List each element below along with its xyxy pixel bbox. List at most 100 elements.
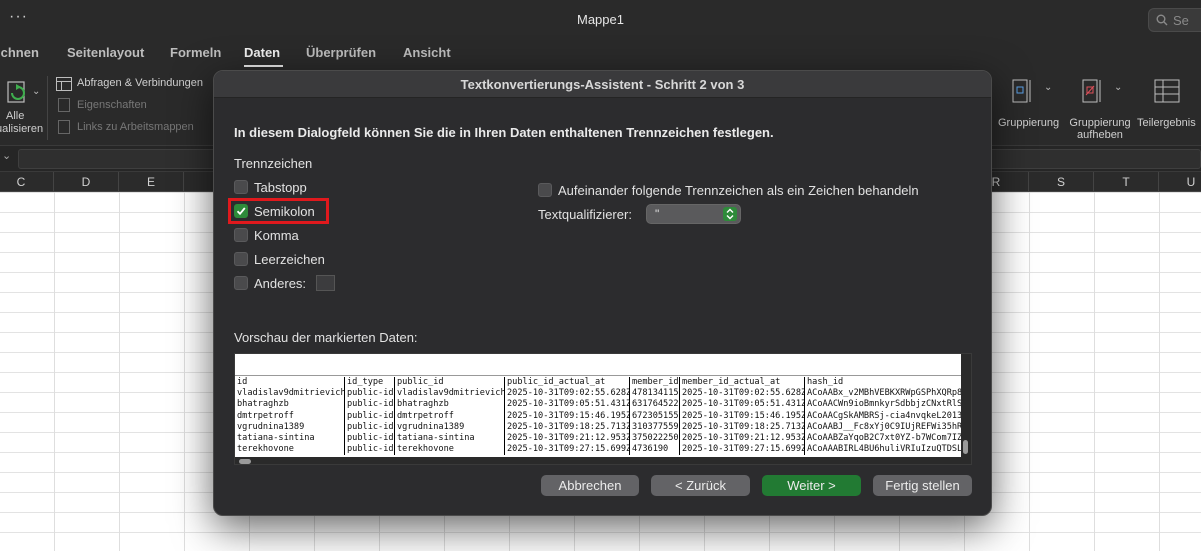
preview-cell: 2025-10-31T09:05:51.431Z [682,399,805,410]
column-header-t[interactable]: T [1094,172,1159,192]
preview-cell: terekhovone [397,444,454,455]
preview-cell: tatiana-sintina [237,433,315,444]
tab-ueberpruefen[interactable]: Überprüfen [306,45,376,60]
next-button[interactable]: Weiter > [762,475,861,496]
ribbon-tabs: ichnen Seitenlayout Formeln Daten Überpr… [0,40,1201,70]
scrollbar-thumb[interactable] [963,440,968,454]
tab-daten[interactable]: Daten [244,45,280,60]
active-tab-indicator [244,65,283,67]
workbook-links-button[interactable]: Links zu Arbeitsmappen [77,121,194,133]
group-icon [1012,79,1031,103]
preview-cell: 2025-10-31T09:18:25.713Z [682,421,805,432]
comma-checkbox[interactable] [234,228,248,242]
preview-column: id_type public-id public-id public-id pu… [345,377,395,455]
subtotal-button[interactable]: Teilergebnis [1134,76,1201,138]
queries-icon [56,77,72,91]
preview-vertical-scrollbar[interactable] [961,354,971,458]
preview-cell: bhatraghzb [397,399,449,410]
preview-cell: tatiana-sintina [397,433,475,444]
space-checkbox[interactable] [234,252,248,266]
refresh-label-2: ualisieren [0,123,44,135]
search-field[interactable]: Se [1148,8,1201,32]
text-qualifier-select[interactable]: " [646,204,741,224]
preview-cell: public-id [347,433,394,444]
preview-cell: 2025-10-31T09:15:46.195Z [507,410,630,421]
column-header-e[interactable]: E [119,172,184,192]
properties-icon [58,98,70,112]
preview-cell: public-id [347,388,394,399]
preview-cell: 2025-10-31T09:15:46.195Z [682,410,805,421]
app-window: ··· Mappe1 Se ichnen Seitenlayout Formel… [0,0,1201,551]
preview-cell: ACoAABJ__Fc8xYj0C9IUjREFWi35hRz [807,421,963,432]
preview-horizontal-scrollbar[interactable] [235,457,971,464]
preview-cell: public_id_actual_at [507,377,606,387]
finish-button[interactable]: Fertig stellen [873,475,972,496]
preview-column: member_id_actual_at 2025-10-31T09:02:55.… [680,377,805,455]
ungroup-icon [1082,79,1101,103]
data-preview[interactable]: id vladislav9dmitrievich bhatraghzb dmtr… [234,353,972,465]
chevron-down-icon: ⌄ [1044,82,1053,93]
search-placeholder: Se [1173,13,1189,28]
tab-label[interactable]: Tabstopp [254,180,307,195]
preview-cell: ACoAACgSkAMBRSj-cia4nvqkeL2013m [807,410,963,421]
preview-cell: ACoAAABIRL4BU6huliVRIuIzuQTDSL8 [807,444,963,455]
preview-cell: hash_id [807,377,844,387]
preview-cell: terekhovone [237,444,294,455]
preview-cell: public-id [347,399,394,410]
subtotal-icon [1154,79,1180,103]
dialog-instruction: In diesem Dialogfeld können Sie die in I… [234,125,774,140]
preview-cell: 631764522 [632,399,679,410]
tab-checkbox[interactable] [234,180,248,194]
preview-cell: ACoAABZaYqoB2C7xt0YZ-b7WCom7IZU [807,433,963,444]
other-checkbox[interactable] [234,276,248,290]
refresh-label-1: Alle [6,110,25,122]
chevron-down-icon[interactable]: ⌄ [2,149,11,162]
preview-cell: 375022250 [632,433,679,444]
preview-cell: 2025-10-31T09:05:51.431Z [507,399,630,410]
column-header-u[interactable]: U [1159,172,1201,192]
scrollbar-thumb[interactable] [239,459,251,464]
group-button[interactable]: ⌄ Gruppierung [996,76,1062,138]
group-label: Gruppierung [998,117,1060,129]
cancel-button[interactable]: Abbrechen [541,475,639,496]
title-bar: ··· Mappe1 Se [0,0,1201,40]
refresh-all-button[interactable]: ⌄ Alle ualisieren [0,76,50,142]
preview-cell: public-id [347,444,394,455]
tab-ansicht[interactable]: Ansicht [403,45,451,60]
preview-column: public_id_actual_at 2025-10-31T09:02:55.… [505,377,630,455]
preview-cell: member_id [632,377,679,387]
back-button[interactable]: < Zurück [651,475,750,496]
subtotal-label: Teilergebnis [1137,117,1196,129]
tab-zeichnen[interactable]: ichnen [0,45,39,60]
highlight-box [228,198,329,224]
consecutive-delimiters-label[interactable]: Aufeinander folgende Trennzeichen als ei… [558,183,919,198]
preview-cell: bhatraghzb [237,399,289,410]
select-stepper [723,207,737,221]
space-label[interactable]: Leerzeichen [254,252,325,267]
preview-cell: vladislav9dmitrievich [397,388,505,399]
search-icon [1156,14,1168,26]
text-qualifier-value: " [655,207,660,221]
tab-seitenlayout[interactable]: Seitenlayout [67,45,144,60]
preview-cell: vladislav9dmitrievich [237,388,345,399]
ungroup-button[interactable]: ⌄ Gruppierung aufheben [1066,76,1134,141]
text-import-wizard-dialog: Textkonvertierungs-Assistent - Schritt 2… [213,70,992,516]
tab-formeln[interactable]: Formeln [170,45,221,60]
properties-button[interactable]: Eigenschaften [77,99,147,111]
preview-cell: public-id [347,410,394,421]
column-header-d[interactable]: D [54,172,119,192]
dialog-title: Textkonvertierungs-Assistent - Schritt 2… [214,71,991,98]
comma-label[interactable]: Komma [254,228,299,243]
preview-cell: 2025-10-31T09:02:55.628Z [507,388,630,399]
preview-cell: 310377559 [632,421,679,432]
consecutive-delimiters-checkbox[interactable] [538,183,552,197]
queries-connections-button[interactable]: Abfragen & Verbindungen [77,77,203,89]
preview-header-strip [235,354,971,376]
preview-cell: 2025-10-31T09:21:12.953Z [507,433,630,444]
column-header-c[interactable]: C [0,172,54,192]
column-header-s[interactable]: S [1029,172,1094,192]
preview-cell: 672305155 [632,410,679,421]
other-delimiter-field[interactable] [316,275,335,291]
preview-cell: public_id [397,377,444,387]
other-label[interactable]: Anderes: [254,276,306,291]
